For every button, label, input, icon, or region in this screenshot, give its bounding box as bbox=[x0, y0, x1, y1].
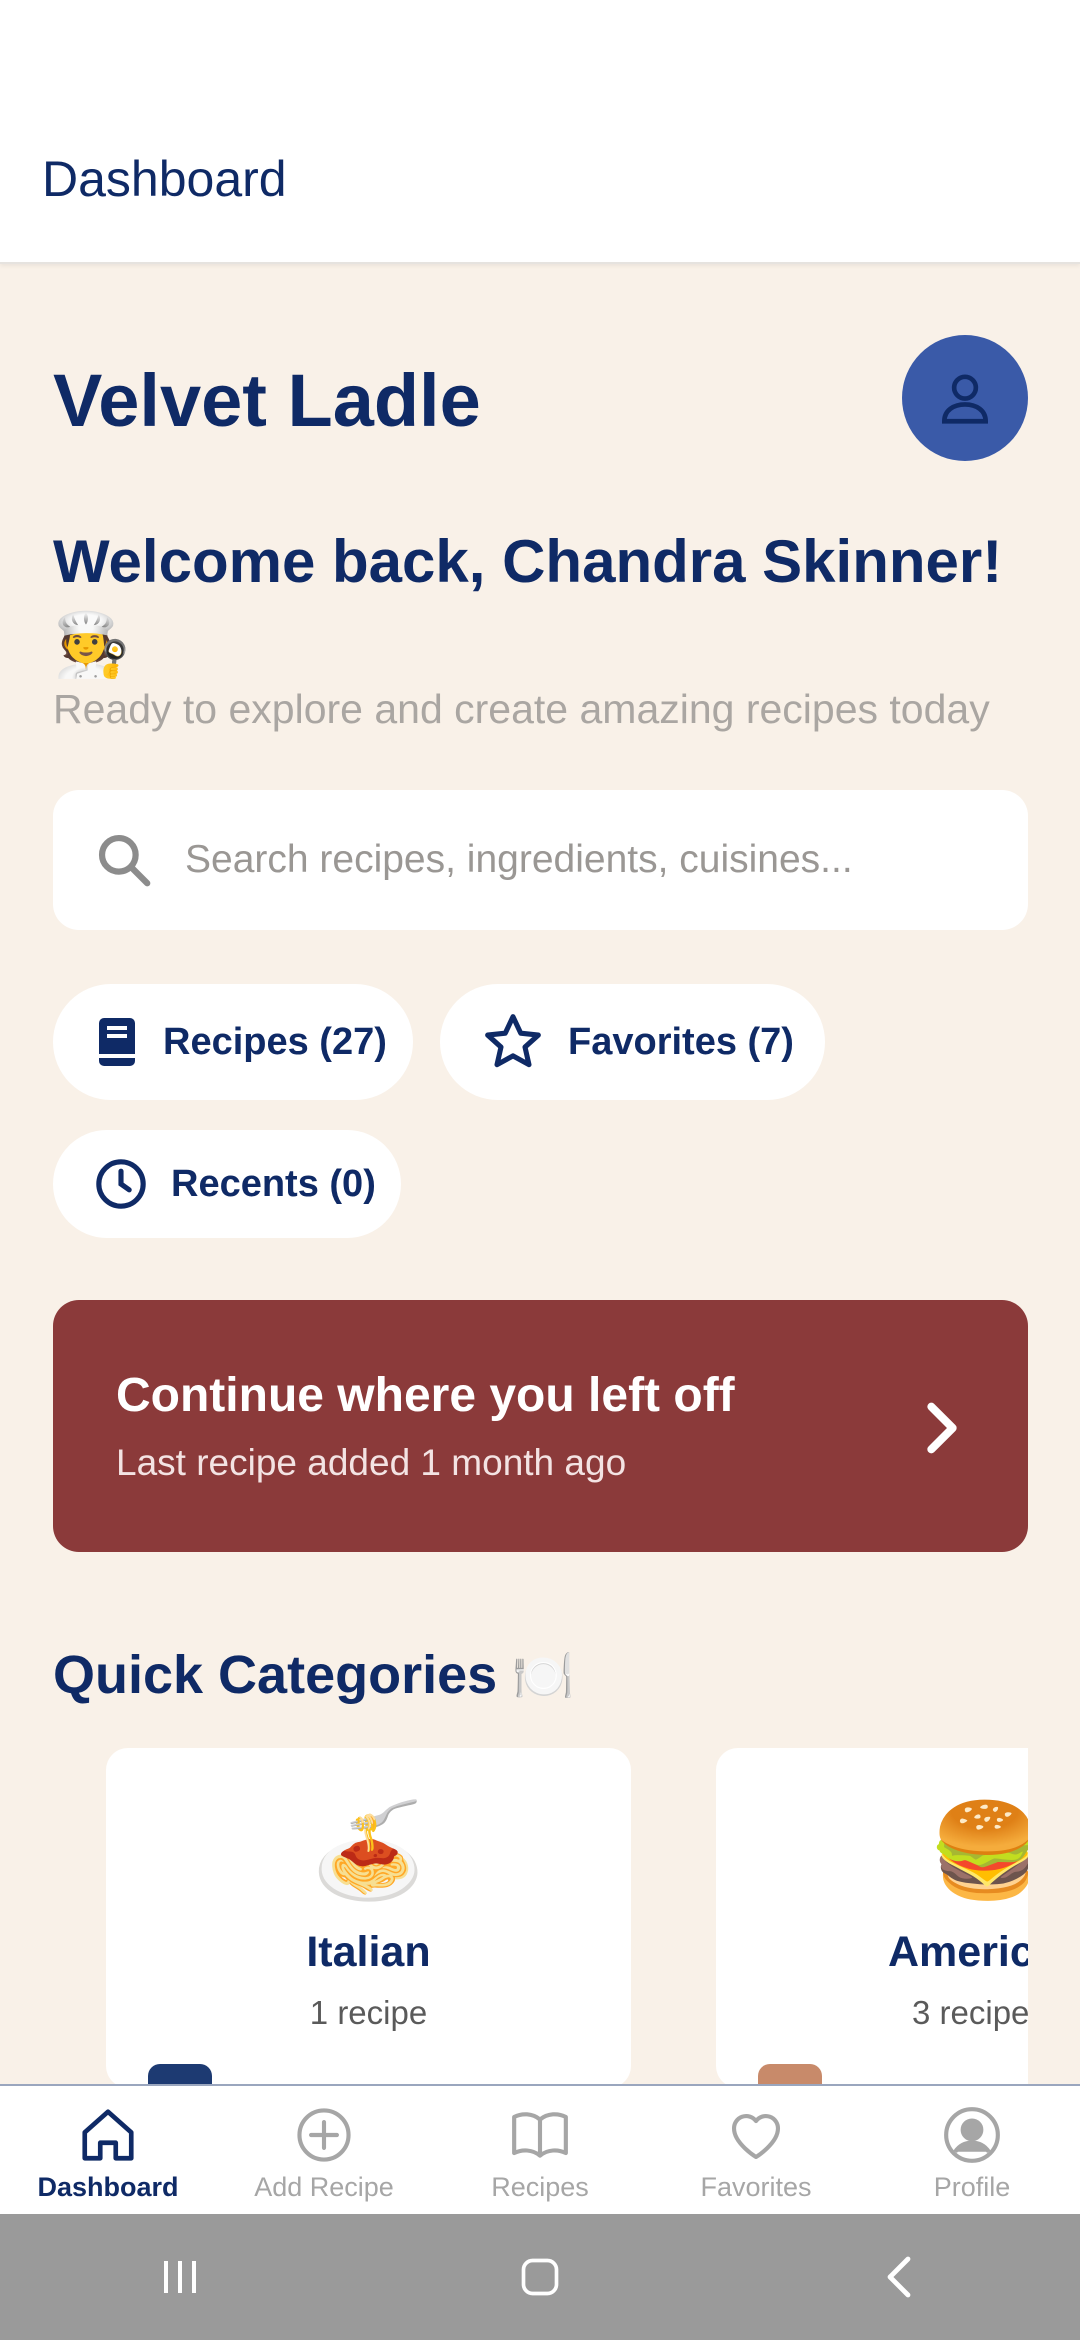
favorites-count-chip[interactable]: Favorites (7) bbox=[440, 984, 825, 1100]
category-name: American bbox=[888, 1928, 1028, 1976]
app-bar: Dashboard bbox=[0, 0, 1080, 264]
nav-label: Add Recipe bbox=[254, 2172, 394, 2202]
recipes-count-label: Recipes (27) bbox=[163, 1020, 387, 1063]
recents-count-label: Recents (0) bbox=[171, 1162, 376, 1205]
search-input[interactable] bbox=[183, 837, 987, 883]
book-icon bbox=[99, 1018, 135, 1066]
recents-count-chip[interactable]: Recents (0) bbox=[53, 1130, 401, 1238]
book-open-icon bbox=[512, 2112, 568, 2158]
welcome-heading: Welcome back, Chandra Skinner! 🧑‍🍳 bbox=[53, 520, 1043, 688]
spaghetti-emoji: 🍝 bbox=[311, 1800, 426, 1902]
nav-profile[interactable]: Profile bbox=[864, 2086, 1080, 2216]
nav-label: Recipes bbox=[491, 2172, 589, 2202]
clock-icon bbox=[96, 1159, 146, 1209]
user-circle-icon bbox=[944, 2107, 1000, 2163]
nav-favorites[interactable]: Favorites bbox=[648, 2086, 864, 2216]
chevron-right-icon bbox=[927, 1402, 957, 1454]
nav-label: Profile bbox=[933, 2172, 1011, 2202]
home-button[interactable] bbox=[480, 2255, 600, 2299]
bottom-navigation: Dashboard Add Recipe Recipes Favorites P… bbox=[0, 2084, 1080, 2216]
chef-emoji: 🧑‍🍳 bbox=[53, 611, 131, 680]
plate-emoji: 🍽️ bbox=[512, 1648, 575, 1704]
app-name: Velvet Ladle bbox=[53, 359, 481, 442]
welcome-subtitle: Ready to explore and create amazing reci… bbox=[53, 686, 990, 732]
profile-avatar-button[interactable] bbox=[902, 335, 1028, 461]
continue-title: Continue where you left off bbox=[116, 1369, 735, 1422]
quick-categories-title: Quick Categories bbox=[53, 1645, 498, 1705]
continue-subtitle: Last recipe added 1 month ago bbox=[116, 1442, 627, 1483]
category-count: 3 recipes bbox=[912, 1994, 1028, 2031]
system-navigation-bar bbox=[0, 2214, 1080, 2340]
continue-card[interactable]: Continue where you left off Last recipe … bbox=[53, 1300, 1028, 1552]
star-icon bbox=[485, 1014, 541, 1068]
nav-dashboard[interactable]: Dashboard bbox=[0, 2086, 216, 2216]
page-title: Dashboard bbox=[42, 151, 287, 207]
nav-add-recipe[interactable]: Add Recipe bbox=[216, 2086, 432, 2216]
back-icon bbox=[887, 2256, 911, 2298]
recent-apps-icon bbox=[164, 2261, 196, 2293]
home-icon bbox=[82, 2109, 134, 2161]
category-name: Italian bbox=[306, 1928, 431, 1976]
quick-categories-heading: Quick Categories 🍽️ bbox=[53, 1644, 574, 1706]
user-icon bbox=[942, 374, 988, 424]
category-card-italian[interactable]: 🍝 Italian 1 recipe bbox=[106, 1748, 631, 2088]
recents-apps-button[interactable] bbox=[120, 2257, 240, 2297]
favorites-count-label: Favorites (7) bbox=[568, 1020, 794, 1063]
category-card-american[interactable]: 🍔 American 3 recipes bbox=[716, 1748, 1028, 2088]
nav-recipes[interactable]: Recipes bbox=[432, 2086, 648, 2216]
back-button[interactable] bbox=[840, 2253, 960, 2301]
plus-circle-icon bbox=[297, 2108, 351, 2162]
recipes-count-chip[interactable]: Recipes (27) bbox=[53, 984, 413, 1100]
search-bar[interactable] bbox=[53, 790, 1028, 930]
welcome-text: Welcome back, Chandra Skinner! bbox=[53, 528, 1003, 595]
home-square-icon bbox=[521, 2258, 559, 2296]
burger-emoji: 🍔 bbox=[928, 1800, 1028, 1902]
category-count: 1 recipe bbox=[309, 1994, 428, 2031]
search-icon bbox=[98, 834, 151, 887]
heart-icon bbox=[731, 2113, 781, 2160]
nav-label: Favorites bbox=[700, 2172, 812, 2202]
nav-label: Dashboard bbox=[37, 2172, 179, 2202]
